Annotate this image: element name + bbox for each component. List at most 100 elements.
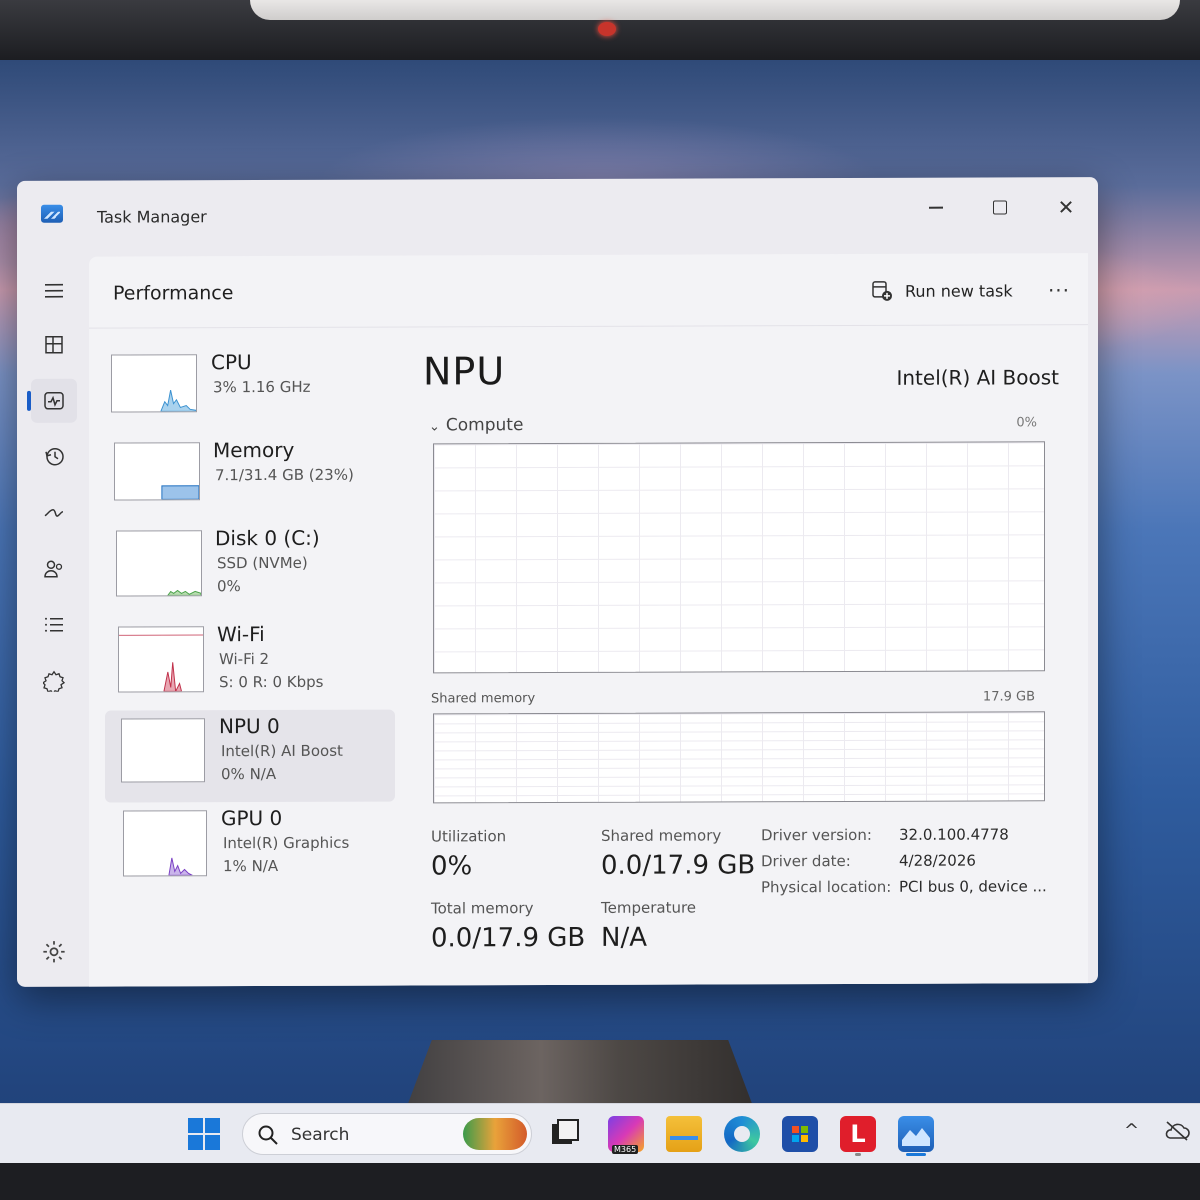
users-icon	[44, 560, 63, 578]
memory-mini-chart	[161, 485, 199, 500]
device-detail-secondary: 0% N/A	[221, 764, 277, 784]
npu-detail-pane: NPU Intel(R) AI Boost ⌄ Compute 0% Shared…	[409, 341, 1059, 985]
hamburger-menu-button[interactable]	[31, 269, 77, 313]
lenovo-vantage-button[interactable]: L	[840, 1116, 876, 1152]
nav-services[interactable]	[31, 659, 77, 703]
physical-location-key: Physical location:	[761, 877, 892, 897]
minimize-button[interactable]	[910, 188, 962, 228]
driver-version-value: 32.0.100.4778	[899, 825, 1009, 844]
task-view-button[interactable]	[548, 1116, 584, 1152]
title-bar[interactable]: Task Manager ✕	[17, 177, 1098, 253]
compute-label: Compute	[445, 415, 524, 436]
disk-thumbnail-graph	[116, 530, 202, 597]
disk-mini-chart	[166, 589, 201, 596]
performance-page: Performance Run new task ··· CPU 3% 1.16…	[89, 253, 1088, 987]
compute-dropdown[interactable]: ⌄ Compute	[429, 415, 523, 435]
device-name: NPU 0	[219, 713, 280, 739]
driver-version-key: Driver version:	[761, 825, 872, 845]
nav-processes[interactable]	[31, 323, 77, 367]
device-detail-secondary: 0%	[217, 577, 241, 596]
total-memory-value: 0.0/17.9 GB	[431, 922, 586, 954]
close-button[interactable]: ✕	[1040, 187, 1092, 227]
task-view-icon	[552, 1119, 579, 1144]
nav-performance[interactable]	[31, 378, 77, 423]
detail-title: NPU	[423, 349, 506, 394]
page-header: Performance Run new task ···	[89, 253, 1088, 329]
windows-logo-icon	[188, 1118, 203, 1133]
windows-logo-icon-part	[205, 1135, 220, 1150]
device-name: GPU 0	[221, 805, 283, 831]
minimize-icon	[929, 206, 943, 209]
device-name: Disk 0 (C:)	[215, 525, 320, 551]
device-item-cpu[interactable]: CPU 3% 1.16 GHz	[105, 346, 395, 439]
utilization-value: 0%	[431, 851, 473, 882]
device-detail: 7.1/31.4 GB (23%)	[215, 465, 354, 485]
search-placeholder: Search	[291, 1125, 350, 1145]
run-new-task-icon	[872, 281, 892, 301]
maximize-icon	[993, 200, 1007, 215]
task-manager-app-icon	[41, 204, 63, 223]
utilization-label: Utilization	[431, 827, 507, 846]
device-name: Memory	[213, 437, 295, 463]
device-detail: Intel(R) AI Boost	[221, 741, 343, 761]
detail-device-model: Intel(R) AI Boost	[896, 365, 1059, 390]
nav-startup-apps[interactable]	[31, 491, 77, 535]
compute-max-percent: 0%	[1016, 415, 1037, 431]
show-hidden-icons-button[interactable]: ^	[1124, 1120, 1139, 1141]
nav-users[interactable]	[31, 547, 77, 591]
m365-copilot-icon: M365	[612, 1145, 639, 1154]
shared-memory-stat-value: 0.0/17.9 GB	[601, 850, 756, 881]
device-detail: SSD (NVMe)	[217, 553, 308, 573]
file-explorer-button[interactable]	[666, 1116, 702, 1152]
device-item-disk[interactable]: Disk 0 (C:) SSD (NVMe) 0%	[105, 522, 395, 615]
maximize-button[interactable]	[974, 187, 1026, 227]
memory-thumbnail-graph	[114, 442, 200, 501]
nav-details[interactable]	[31, 603, 77, 647]
npu-thumbnail-graph	[121, 718, 205, 783]
device-item-memory[interactable]: Memory 7.1/31.4 GB (23%)	[105, 434, 395, 527]
windows-logo-icon-part	[205, 1118, 220, 1133]
shared-memory-graph-label: Shared memory	[431, 691, 536, 707]
taskbar-search-box[interactable]: Search	[242, 1113, 532, 1155]
cpu-mini-chart	[160, 390, 196, 412]
nav-app-history[interactable]	[31, 435, 77, 479]
settings-button[interactable]	[41, 939, 67, 965]
run-new-task-label: Run new task	[905, 280, 1013, 301]
edge-icon	[734, 1126, 750, 1142]
task-manager-taskbar-button[interactable]	[898, 1116, 934, 1152]
temperature-label: Temperature	[601, 898, 697, 917]
search-highlight-image	[463, 1118, 527, 1150]
device-item-gpu[interactable]: GPU 0 Intel(R) Graphics 1% N/A	[105, 802, 395, 895]
device-name: Wi-Fi	[217, 622, 265, 647]
device-detail: Wi-Fi 2	[219, 650, 270, 669]
microsoft-store-icon	[792, 1126, 808, 1142]
device-name: CPU	[211, 350, 252, 375]
more-options-button[interactable]: ···	[1037, 271, 1081, 309]
driver-date-key: Driver date:	[761, 851, 851, 871]
microsoft-store-button[interactable]	[782, 1116, 818, 1152]
cpu-thumbnail-graph	[111, 354, 197, 413]
gpu-thumbnail-graph	[123, 810, 207, 877]
run-new-task-button[interactable]: Run new task	[859, 271, 1025, 310]
lid-edge-right	[850, 0, 1180, 20]
device-item-wifi[interactable]: Wi-Fi Wi-Fi 2 S: 0 R: 0 Kbps	[105, 618, 395, 711]
m365-copilot-button[interactable]: M365	[608, 1116, 644, 1154]
total-memory-label: Total memory	[431, 899, 534, 918]
laptop-bottom-bezel	[0, 1163, 1200, 1200]
close-icon: ✕	[1057, 195, 1075, 220]
more-icon: ···	[1047, 278, 1071, 303]
shared-memory-graph-max: 17.9 GB	[982, 689, 1035, 705]
page-title: Performance	[113, 282, 234, 305]
task-manager-window: Task Manager ✕ Performance Run new task …	[17, 177, 1098, 987]
device-item-npu[interactable]: NPU 0 Intel(R) AI Boost 0% N/A	[105, 709, 395, 803]
webcam-light	[598, 22, 616, 36]
onedrive-offline-icon[interactable]	[1164, 1120, 1190, 1142]
wifi-thumbnail-graph	[118, 626, 204, 693]
nav-rail	[17, 253, 89, 987]
shared-memory-graph	[433, 711, 1045, 804]
edge-button[interactable]	[724, 1116, 760, 1152]
start-button[interactable]	[188, 1118, 222, 1152]
settings-icon	[43, 941, 65, 963]
taskbar: Search M365 L ^	[0, 1103, 1200, 1163]
device-detail-secondary: 1% N/A	[223, 856, 279, 876]
